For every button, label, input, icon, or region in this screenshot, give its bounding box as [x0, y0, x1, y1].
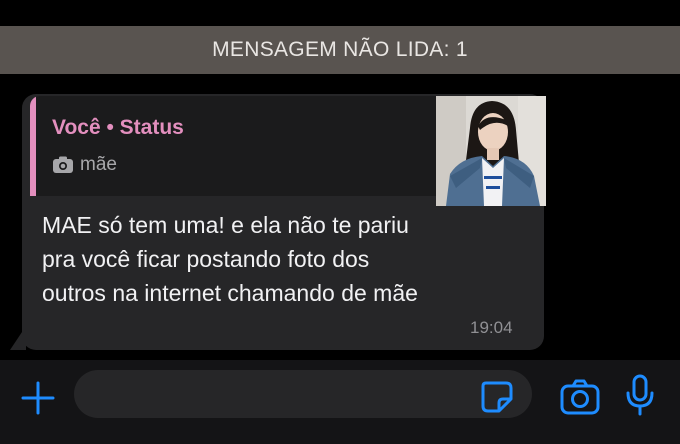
unread-banner-text: MENSAGEM NÃO LIDA: 1 [212, 38, 468, 61]
microphone-icon[interactable] [624, 374, 656, 416]
message-bubble-tail [10, 326, 26, 350]
quote-media-label: mãe [80, 154, 117, 175]
quote-media-line: mãe [52, 154, 117, 176]
camera-icon [53, 156, 73, 173]
sticker-icon[interactable] [480, 380, 514, 414]
message-line: outros na internet chamando de mãe [42, 280, 418, 306]
message-line: pra você ficar postando foto dos [42, 246, 370, 272]
unread-messages-banner: MENSAGEM NÃO LIDA: 1 [0, 26, 680, 74]
message-text: MAE só tem uma! e ela não te pariu pra v… [42, 208, 522, 310]
attach-button[interactable] [18, 378, 58, 418]
message-timestamp: 19:04 [470, 318, 513, 337]
quote-accent-bar [30, 96, 36, 196]
plus-icon [21, 381, 55, 415]
quoted-photo-thumbnail[interactable] [436, 96, 546, 206]
quote-author: Você • Status [52, 116, 184, 139]
message-line: MAE só tem uma! e ela não te pariu [42, 212, 409, 238]
camera-button-icon[interactable] [560, 378, 600, 416]
message-input[interactable] [74, 370, 532, 418]
